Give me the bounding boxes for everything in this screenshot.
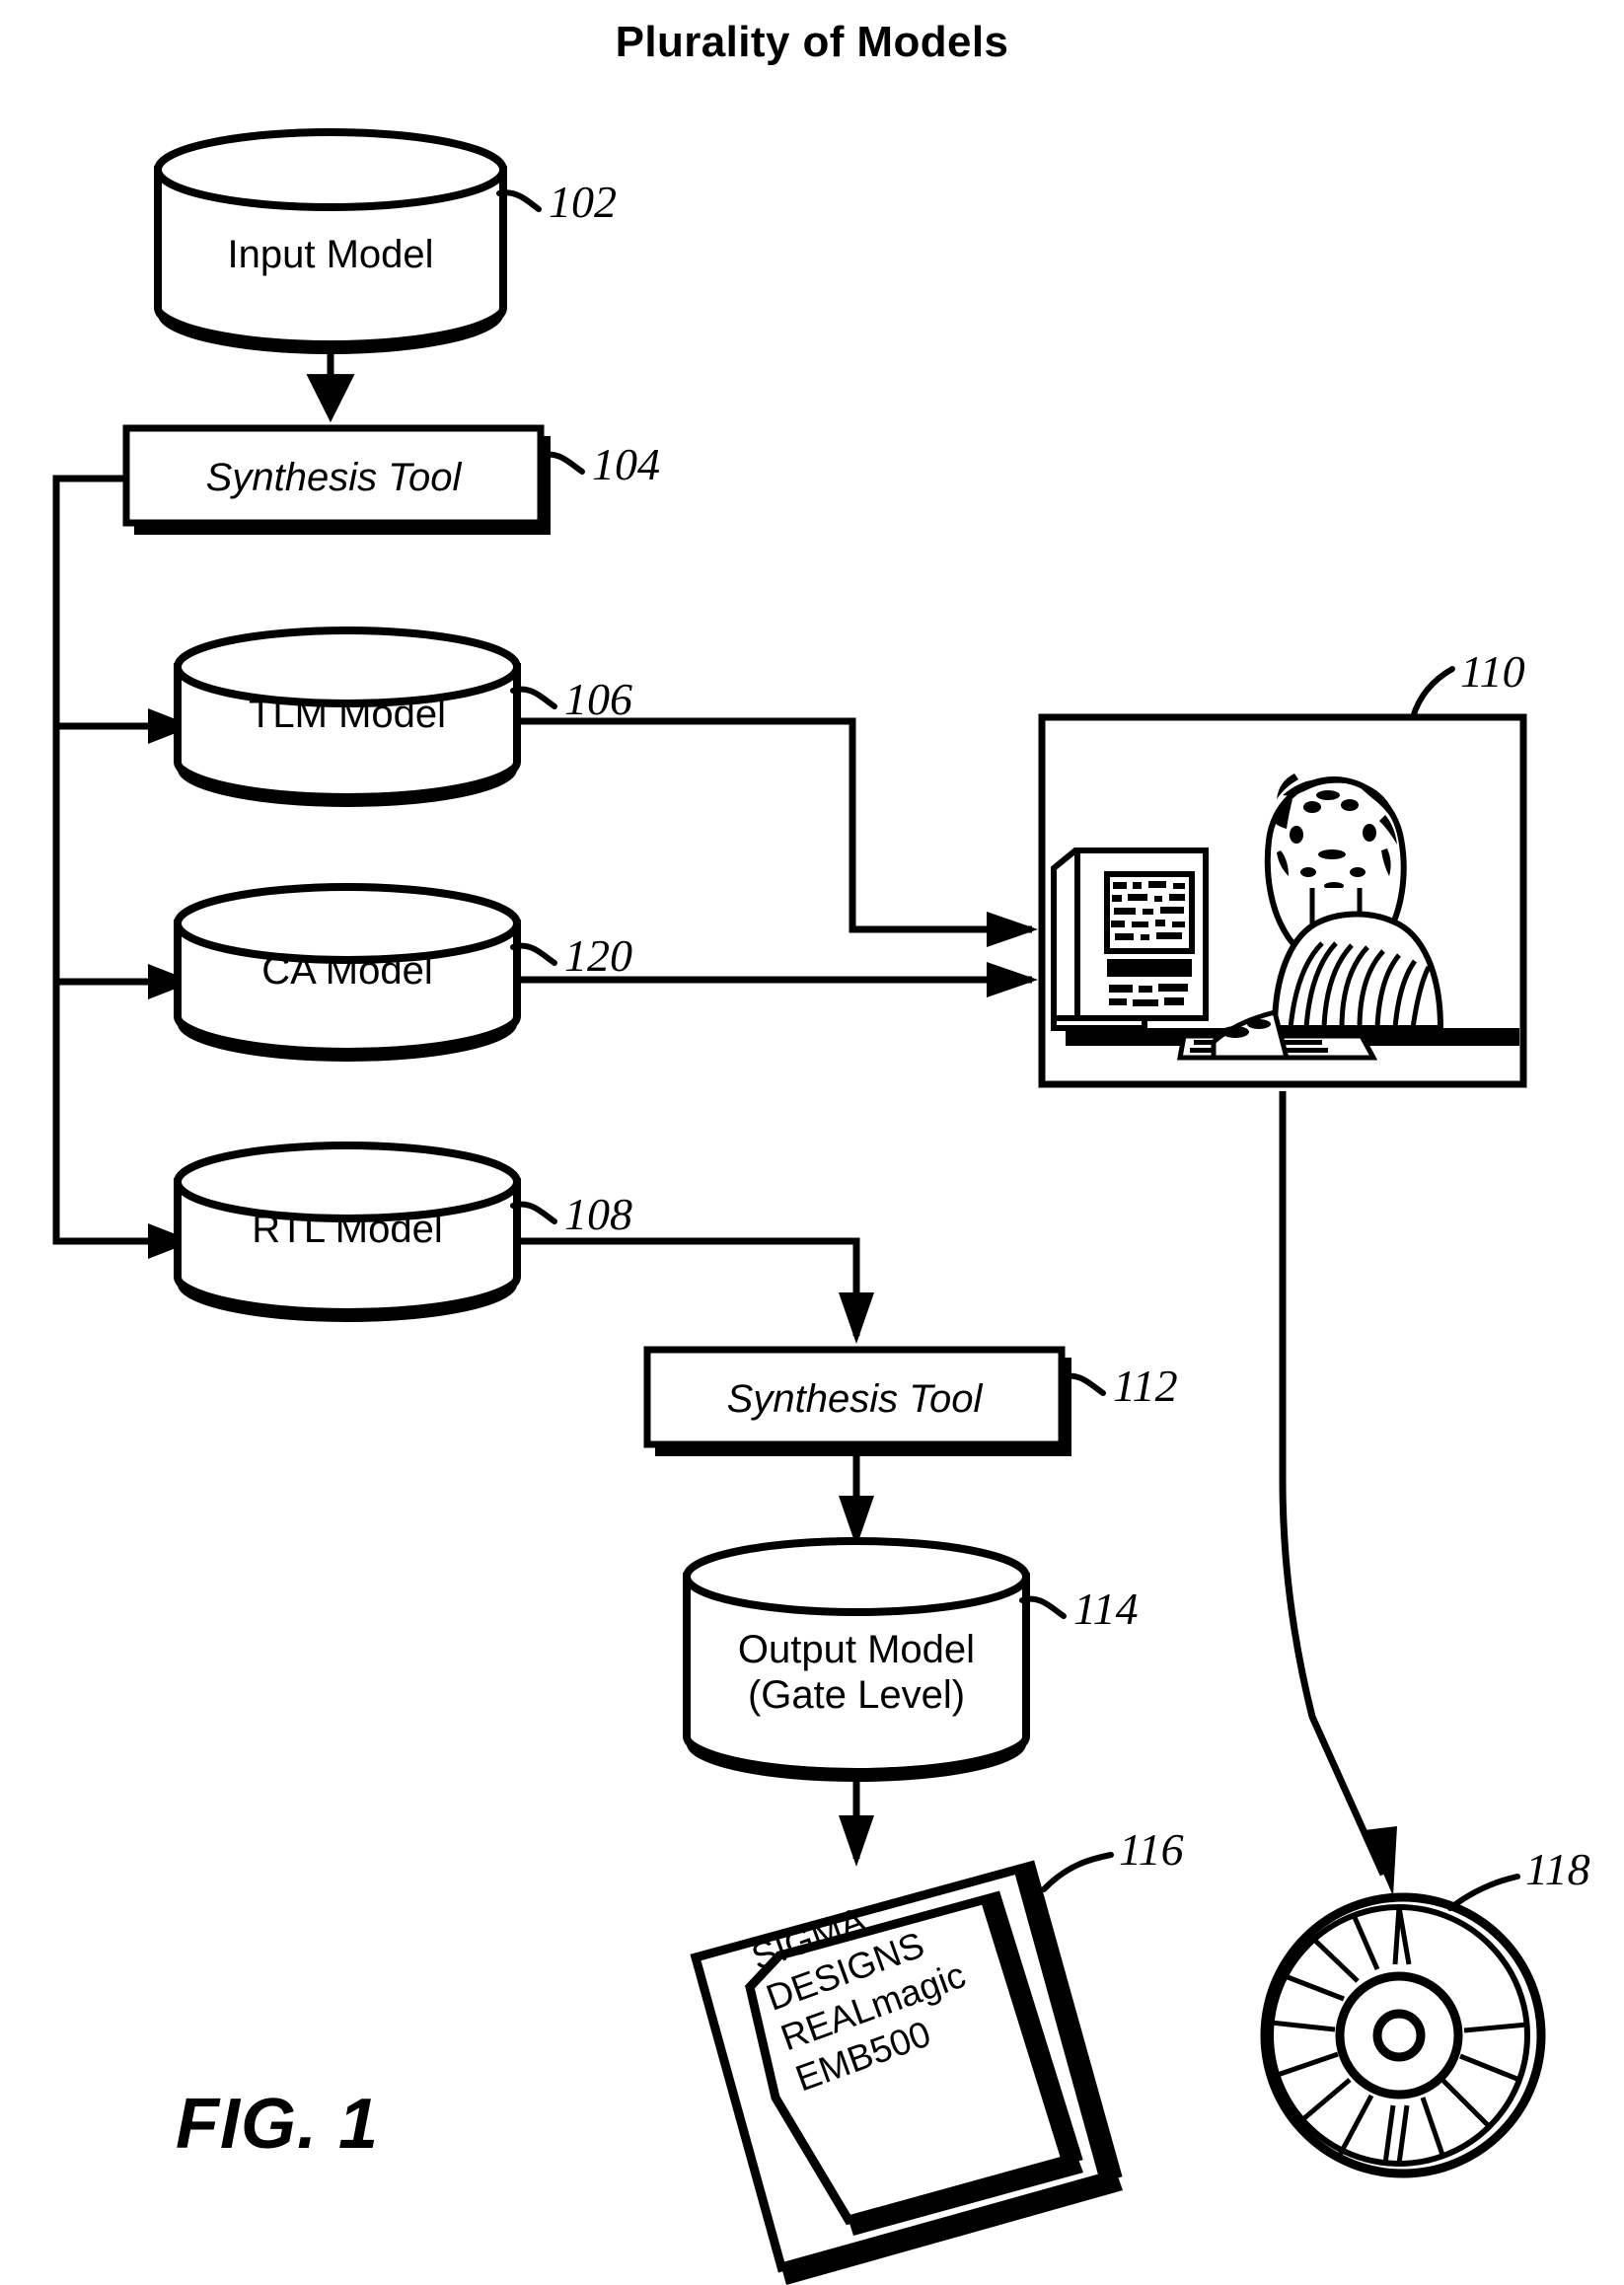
ref-116: 116 [1119, 1824, 1184, 1875]
ref-110: 110 [1460, 646, 1525, 697]
ref-108: 108 [564, 1189, 632, 1239]
label-ca-model: CA Model [261, 949, 433, 993]
label-input-model: Input Model [227, 233, 434, 276]
ref-104: 104 [592, 439, 660, 489]
bus-left-spine [52, 475, 187, 1245]
label-output-model-line2: (Gate Level) [747, 1673, 966, 1717]
label-synthesis-tool-bottom: Synthesis Tool [726, 1377, 983, 1421]
label-output-model-line1: Output Model [737, 1628, 976, 1671]
label-rtl-model: RTL Model [252, 1208, 443, 1251]
flow-tlm-to-workstation [517, 717, 1032, 933]
node-optical-disc [1260, 1892, 1546, 2178]
label-synthesis-tool-top: Synthesis Tool [205, 456, 462, 499]
ref-106: 106 [564, 674, 632, 724]
figure-caption: FIG. 1 [176, 2085, 380, 2164]
ref-114: 114 [1073, 1584, 1139, 1634]
figure-canvas: Plurality of Models Input Model 102 Synt… [0, 0, 1624, 2285]
ref-102: 102 [549, 177, 617, 227]
ref-120: 120 [564, 930, 632, 981]
label-tlm-model: TLM Model [248, 693, 447, 736]
ref-112: 112 [1113, 1361, 1178, 1411]
ref-118: 118 [1525, 1844, 1590, 1894]
flow-workstation-to-disc [1279, 1091, 1387, 1877]
flow-rtl-to-synthesis [517, 1237, 860, 1336]
